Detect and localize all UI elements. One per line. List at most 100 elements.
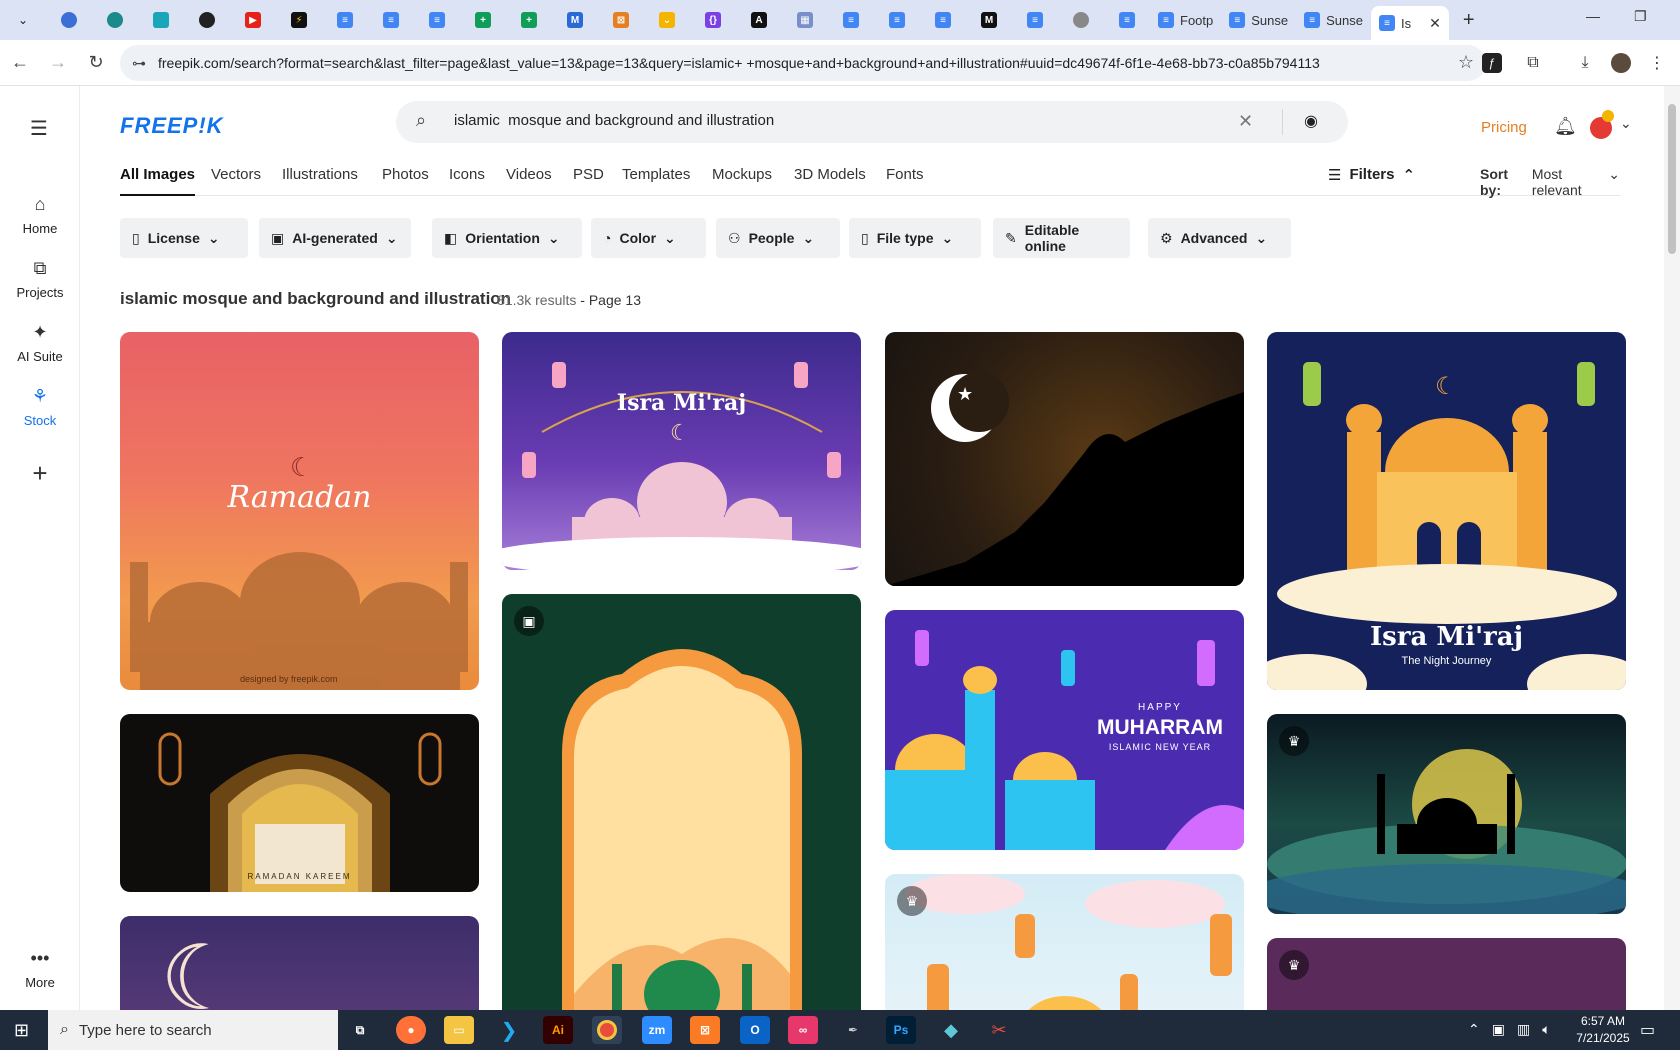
pinned-tab[interactable] <box>138 0 184 40</box>
forward-button[interactable]: → <box>40 45 76 81</box>
orientation-filter[interactable]: ◧ Orientation ⌄ <box>432 218 582 258</box>
app-icon[interactable]: ◆ <box>936 1016 966 1044</box>
freepik-logo[interactable]: FREEP!K <box>120 113 224 139</box>
new-tab-button[interactable]: + <box>1449 0 1489 40</box>
taskbar-search[interactable]: ⌕ Type here to search <box>48 1010 338 1050</box>
extension-icon[interactable]: ƒ <box>1482 53 1502 73</box>
pinned-tab[interactable]: {} <box>690 0 736 40</box>
result-card-purple-night[interactable]: ♛ <box>1267 938 1626 1010</box>
hamburger-menu-icon[interactable]: ☰ <box>30 116 48 141</box>
file-type-filter[interactable]: ▯ File type ⌄ <box>849 218 981 258</box>
result-card-lantern-clouds[interactable]: ♛ <box>885 874 1244 1010</box>
bookmark-star-icon[interactable]: ☆ <box>1458 52 1474 73</box>
site-info-icon[interactable]: ⊶ <box>132 55 146 72</box>
pricing-link[interactable]: Pricing <box>1481 119 1527 136</box>
pinned-tab[interactable]: ⊠ <box>598 0 644 40</box>
pinned-tab[interactable]: ⚡ <box>276 0 322 40</box>
puzzle-icon[interactable]: ⧉ <box>1518 48 1548 78</box>
taskbar-clock[interactable]: 6:57 AM 7/21/2025 <box>1563 1013 1643 1047</box>
rail-item-ai-suite[interactable]: ✦ AI Suite <box>0 322 80 364</box>
windows-start-icon[interactable]: ⊞ <box>14 1020 29 1041</box>
reload-button[interactable]: ↻ <box>78 45 114 81</box>
tab-vectors[interactable]: Vectors <box>211 166 261 196</box>
browser-tab[interactable]: ≡ Sunse <box>1221 0 1296 40</box>
rail-item-more[interactable]: ••• More <box>0 948 80 990</box>
result-card-isra-miraj-night-journey[interactable]: ☾ Isra Mi'raj The Night Journey <box>1267 332 1626 690</box>
tab-photos[interactable]: Photos <box>382 166 429 196</box>
filters-toggle[interactable]: ☰ Filters ⌃ <box>1328 166 1415 184</box>
wifi-icon[interactable]: ▥ <box>1517 1021 1530 1038</box>
pinned-tab[interactable] <box>92 0 138 40</box>
result-card-ramadan-kareem[interactable]: RAMADAN KAREEM <box>120 714 479 892</box>
chrome-icon[interactable] <box>592 1016 622 1044</box>
tab-search-button[interactable]: ⌄ <box>0 0 46 40</box>
firefox-icon[interactable]: ● <box>396 1016 426 1044</box>
color-filter[interactable]: ◔ Color ⌄ <box>591 218 706 258</box>
illustrator-icon[interactable]: Ai <box>543 1016 573 1044</box>
pinned-tab[interactable]: M <box>966 0 1012 40</box>
result-card-isra-miraj[interactable]: Isra Mi'raj ☾ <box>502 332 861 570</box>
pinned-tab[interactable]: ≡ <box>368 0 414 40</box>
close-tab-icon[interactable]: ✕ <box>1429 15 1441 32</box>
download-icon[interactable]: ⤓ <box>1570 48 1600 78</box>
pinned-tab[interactable]: A <box>736 0 782 40</box>
search-input[interactable] <box>454 112 1234 129</box>
pinned-tab[interactable]: ⌄ <box>644 0 690 40</box>
pen-tool-icon[interactable]: ✒ <box>838 1016 868 1044</box>
rail-add-button[interactable]: + <box>0 458 80 489</box>
back-button[interactable]: ← <box>2 45 38 81</box>
sort-dropdown[interactable]: Sort by: Most relevant ⌄ <box>1480 166 1620 198</box>
tab-3d-models[interactable]: 3D Models <box>794 166 866 196</box>
pinned-tab[interactable] <box>184 0 230 40</box>
pinned-tab[interactable]: ≡ <box>1012 0 1058 40</box>
zoom-icon[interactable]: zm <box>642 1016 672 1044</box>
advanced-filter[interactable]: ⚙ Advanced ⌄ <box>1148 218 1291 258</box>
xampp-icon[interactable]: ⊠ <box>690 1016 720 1044</box>
file-explorer-icon[interactable]: ▭ <box>444 1016 474 1044</box>
page-scrollbar[interactable] <box>1664 86 1680 1010</box>
pinned-tab[interactable]: ≡ <box>1104 0 1150 40</box>
pinned-tab[interactable] <box>1058 0 1104 40</box>
network-icon[interactable]: ▣ <box>1492 1021 1505 1038</box>
pinned-tab[interactable]: + <box>506 0 552 40</box>
pinned-tab[interactable]: ▶ <box>230 0 276 40</box>
creative-cloud-icon[interactable]: ∞ <box>788 1016 818 1044</box>
result-card-night-crescent[interactable]: ☾ <box>120 916 479 1010</box>
result-card-teal-clouds[interactable]: ♛ <box>1267 714 1626 914</box>
account-menu-chevron-icon[interactable]: ⌄ <box>1620 115 1632 132</box>
vscode-icon[interactable]: ❯ <box>494 1016 524 1044</box>
app-icon[interactable]: ✂ <box>984 1016 1014 1044</box>
editable-online-filter[interactable]: ✎ Editable online <box>993 218 1130 258</box>
kebab-menu-icon[interactable]: ⋮ <box>1642 48 1672 78</box>
pinned-tab[interactable]: M <box>552 0 598 40</box>
license-filter[interactable]: ▯ License ⌄ <box>120 218 248 258</box>
result-card-gold-silhouette[interactable]: ★ <box>885 332 1244 586</box>
photoshop-icon[interactable]: Ps <box>886 1016 916 1044</box>
tab-illustrations[interactable]: Illustrations <box>282 166 358 196</box>
pinned-tab[interactable] <box>46 0 92 40</box>
minimize-window-icon[interactable]: — <box>1586 8 1600 25</box>
tab-psd[interactable]: PSD <box>573 166 604 196</box>
pinned-tab[interactable]: ≡ <box>828 0 874 40</box>
pinned-tab[interactable]: ≡ <box>414 0 460 40</box>
result-card-muharram[interactable]: HAPPY MUHARRAM ISLAMIC NEW YEAR <box>885 610 1244 850</box>
notifications-icon[interactable]: ▭ <box>1640 1020 1655 1040</box>
tab-templates[interactable]: Templates <box>622 166 690 196</box>
tab-videos[interactable]: Videos <box>506 166 552 196</box>
result-card-ramadan[interactable]: ☾ Ramadan designed by freepik.com <box>120 332 479 690</box>
browser-tab[interactable]: ≡ Sunse <box>1296 0 1371 40</box>
volume-icon[interactable]: 🔈︎ <box>1542 1021 1550 1038</box>
tab-fonts[interactable]: Fonts <box>886 166 924 196</box>
result-card-green-arch[interactable]: ▣ <box>502 594 861 1010</box>
pinned-tab[interactable]: + <box>460 0 506 40</box>
tab-all-images[interactable]: All Images <box>120 166 196 196</box>
notifications-bell-icon[interactable]: 🔔︎ <box>1554 116 1577 137</box>
rail-item-projects[interactable]: ⧉ Projects <box>0 258 80 300</box>
clear-search-icon[interactable]: ✕ <box>1238 111 1253 132</box>
camera-search-icon[interactable]: ◉ <box>1304 111 1318 131</box>
rail-item-stock[interactable]: ⚘ Stock <box>0 386 80 428</box>
pinned-tab[interactable]: ▦ <box>782 0 828 40</box>
pinned-tab[interactable]: ≡ <box>874 0 920 40</box>
outlook-icon[interactable]: O <box>740 1016 770 1044</box>
ai-generated-filter[interactable]: ▣ AI-generated ⌄ <box>259 218 411 258</box>
